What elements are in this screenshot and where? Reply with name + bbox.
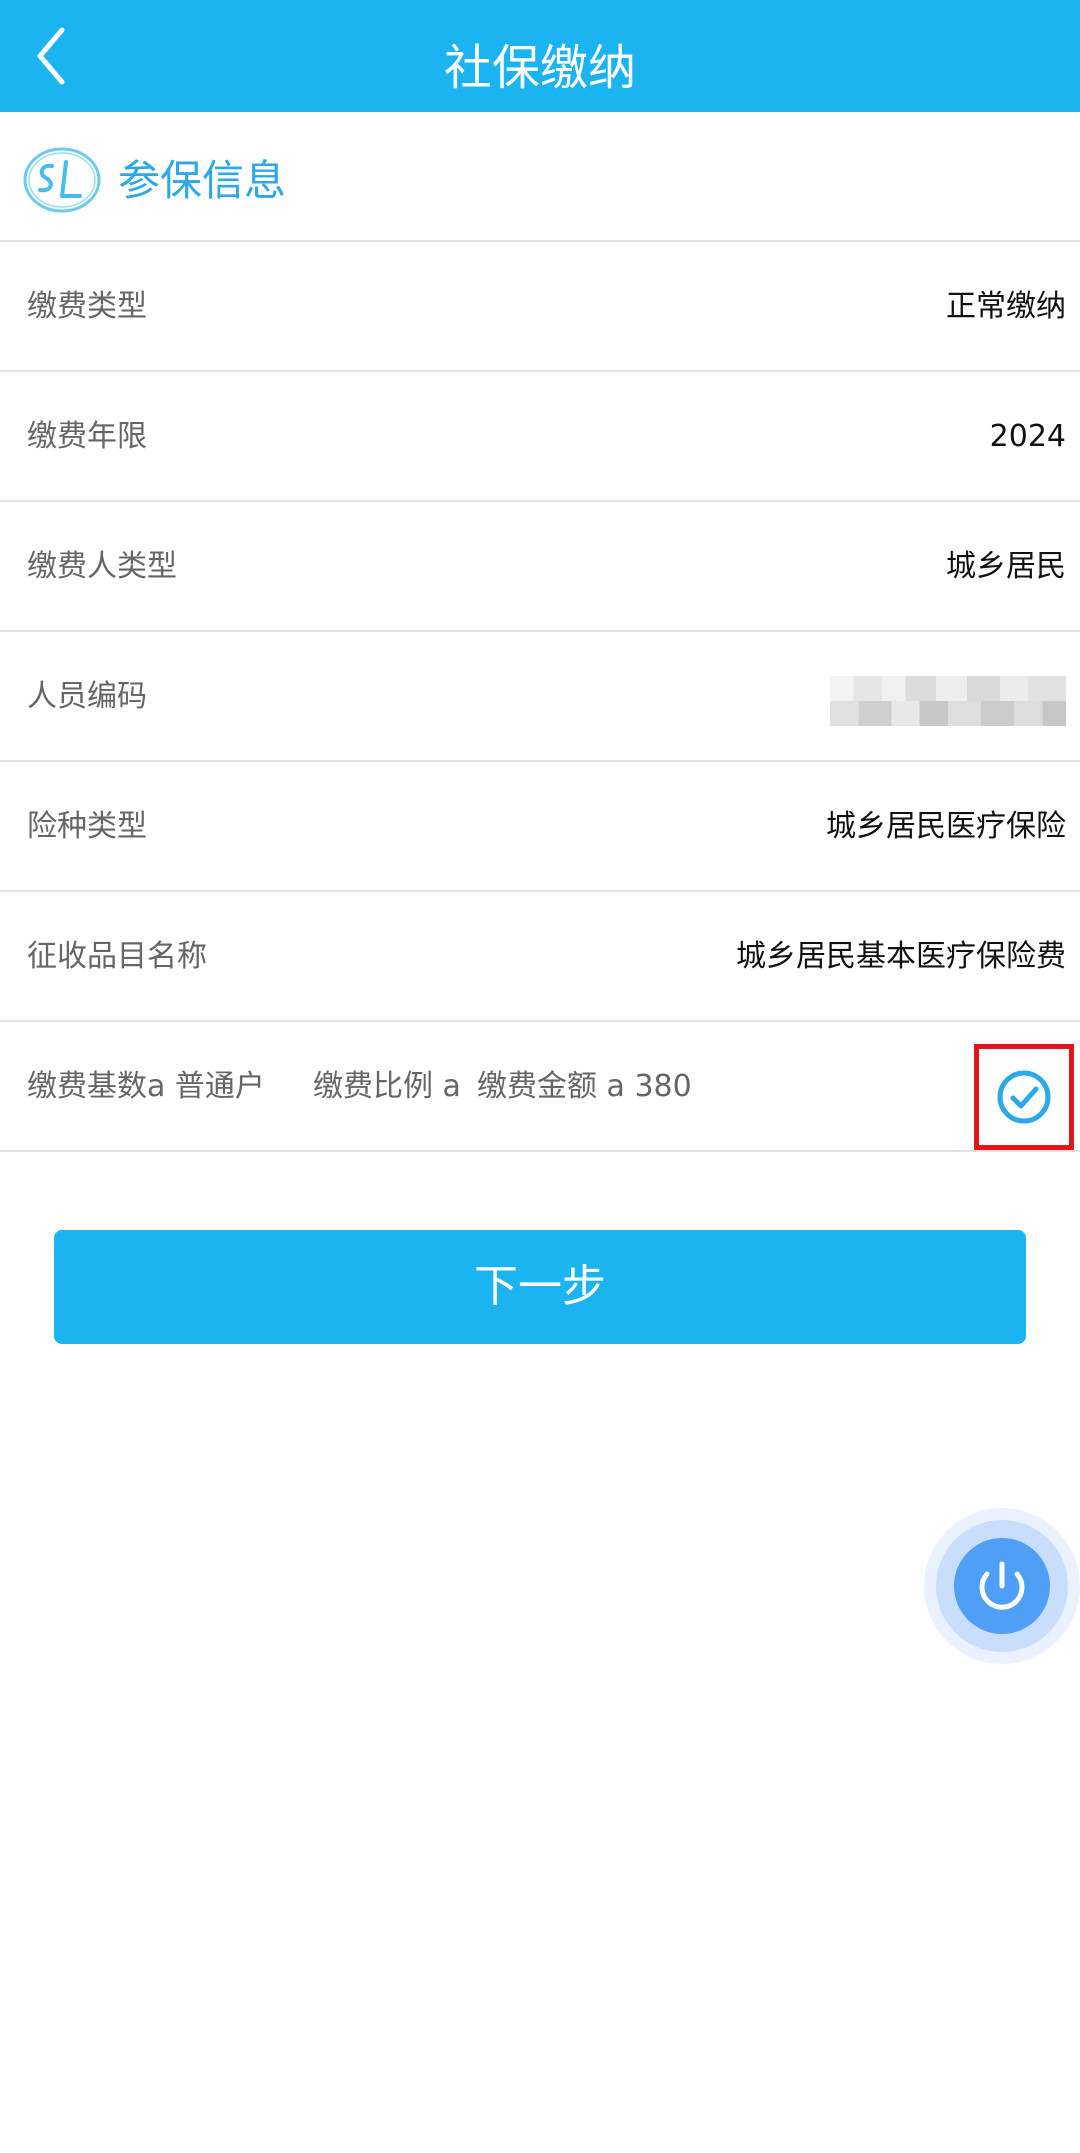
- row-label: 缴费人类型: [27, 549, 177, 584]
- fee-base: 缴费基数a 普通户: [27, 1069, 265, 1104]
- row-payer-type[interactable]: 缴费人类型 城乡居民: [0, 502, 1080, 632]
- section-title: 参保信息: [118, 156, 287, 205]
- row-label: 征收品目名称: [27, 939, 207, 974]
- row-value: 城乡居民基本医疗保险费: [736, 939, 1066, 974]
- row-label: 险种类型: [27, 809, 147, 844]
- row-label: 人员编码: [27, 679, 147, 714]
- row-collection-item[interactable]: 征收品目名称 城乡居民基本医疗保险费: [0, 892, 1080, 1022]
- top-bar: 社保缴纳: [0, 0, 1080, 112]
- power-icon: [924, 1508, 1080, 1664]
- row-value: 城乡居民医疗保险: [826, 809, 1066, 844]
- floating-power-button[interactable]: [924, 1508, 1080, 1664]
- check-circle-icon: [997, 1070, 1051, 1124]
- row-payment-type[interactable]: 缴费类型 正常缴纳: [0, 242, 1080, 372]
- fee-option-row[interactable]: 缴费基数a 普通户 缴费比例 a 缴费金额 a 380: [0, 1022, 1080, 1152]
- row-payment-year[interactable]: 缴费年限 2024: [0, 372, 1080, 502]
- row-value: 正常缴纳: [946, 289, 1066, 324]
- row-value: 2024: [989, 419, 1066, 454]
- row-insurance-type[interactable]: 险种类型 城乡居民医疗保险: [0, 762, 1080, 892]
- next-step-button[interactable]: 下一步: [54, 1230, 1026, 1344]
- row-person-code[interactable]: 人员编码: [0, 632, 1080, 762]
- page-title: 社保缴纳: [443, 40, 636, 96]
- fee-amount: 缴费金额 a 380: [477, 1069, 692, 1104]
- social-insurance-logo-icon: [23, 147, 101, 213]
- redacted-person-code: [830, 676, 1066, 726]
- section-header: 参保信息: [0, 112, 1080, 242]
- fee-select-checkbox[interactable]: [974, 1044, 1074, 1150]
- fee-ratio: 缴费比例 a: [313, 1069, 461, 1104]
- row-value: 城乡居民: [946, 549, 1066, 584]
- row-label: 缴费年限: [27, 419, 147, 454]
- row-label: 缴费类型: [27, 289, 147, 324]
